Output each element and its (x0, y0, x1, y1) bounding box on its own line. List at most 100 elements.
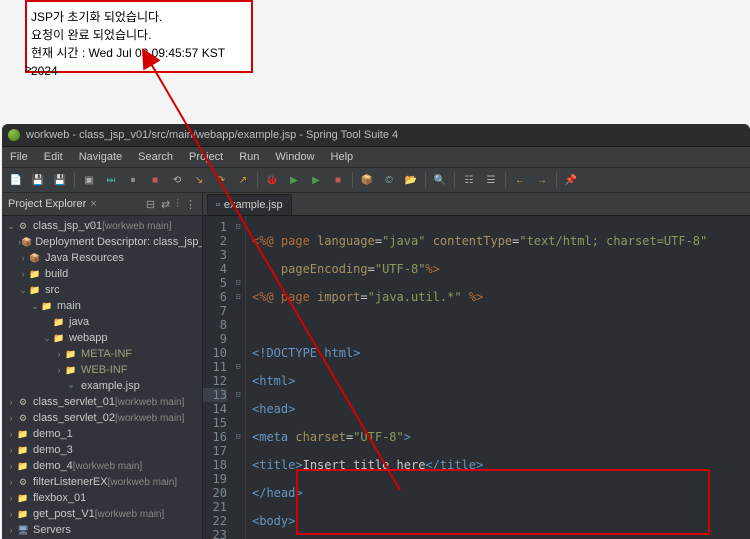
expand-icon[interactable]: › (54, 365, 64, 375)
expand-icon[interactable]: › (18, 253, 28, 263)
fold-mark[interactable] (231, 234, 245, 248)
search-icon[interactable]: 🔍 (432, 172, 448, 188)
newpkg-icon[interactable]: 📦 (359, 172, 375, 188)
code-area[interactable]: 1234567891011121314151617181920212223 ⊟⊟… (203, 216, 750, 539)
open-icon[interactable]: 📂 (403, 172, 419, 188)
stop2-icon[interactable]: ■ (330, 172, 346, 188)
fold-mark[interactable] (231, 262, 245, 276)
filter-icon[interactable]: ⫶ (176, 198, 179, 211)
menu-window[interactable]: Window (275, 151, 314, 163)
fold-mark[interactable] (231, 304, 245, 318)
runlast-icon[interactable]: ▶ (308, 172, 324, 188)
annot-icon[interactable]: ☰ (483, 172, 499, 188)
expand-icon[interactable]: › (6, 461, 16, 471)
skip-icon[interactable]: ⏭ (103, 172, 119, 188)
expand-icon[interactable]: › (54, 349, 64, 359)
fold-mark[interactable] (231, 374, 245, 388)
menu-icon[interactable]: ⋮ (185, 198, 196, 211)
fold-mark[interactable]: ⊟ (231, 290, 245, 304)
tree-node[interactable]: ›📁get_post_V1 [workweb main] (2, 506, 202, 522)
expand-icon[interactable]: ⌄ (6, 221, 16, 232)
fold-mark[interactable] (231, 486, 245, 500)
menu-run[interactable]: Run (239, 151, 259, 163)
editor-tab[interactable]: ▫ example.jsp (207, 194, 292, 215)
tree-node[interactable]: ⌄📁src (2, 282, 202, 298)
expand-icon[interactable]: › (6, 429, 16, 439)
pause-icon[interactable]: ⏸ (125, 172, 141, 188)
tree-node[interactable]: ›📁demo_3 (2, 442, 202, 458)
stepinto-icon[interactable]: ↘ (191, 172, 207, 188)
expand-icon[interactable]: › (6, 445, 16, 455)
stepover-icon[interactable]: ↷ (213, 172, 229, 188)
tree-node[interactable]: ›📁build (2, 266, 202, 282)
fold-mark[interactable] (231, 444, 245, 458)
stepreturn-icon[interactable]: ↗ (235, 172, 251, 188)
link-icon[interactable]: ⇄ (161, 198, 170, 211)
fold-mark[interactable] (231, 528, 245, 539)
menu-navigate[interactable]: Navigate (79, 151, 122, 163)
project-tree[interactable]: ⌄⚙class_jsp_v01 [workweb main]›📦Deployme… (2, 216, 202, 539)
fwd-icon[interactable]: → (534, 172, 550, 188)
menu-search[interactable]: Search (138, 151, 173, 163)
new-icon[interactable]: 📄 (8, 172, 24, 188)
tree-node[interactable]: ›📦Deployment Descriptor: class_jsp_v01 (2, 234, 202, 250)
fold-mark[interactable] (231, 346, 245, 360)
stop-icon[interactable]: ■ (147, 172, 163, 188)
menu-file[interactable]: File (10, 151, 28, 163)
expand-icon[interactable]: › (6, 477, 16, 487)
expand-icon[interactable]: › (6, 525, 16, 535)
tree-node[interactable]: ›⚙class_servlet_02 [workweb main] (2, 410, 202, 426)
pin-icon[interactable]: 📌 (563, 172, 579, 188)
collapse-icon[interactable]: ⊟ (146, 198, 155, 211)
fold-mark[interactable] (231, 402, 245, 416)
tree-node[interactable]: ›📦Java Resources (2, 250, 202, 266)
expand-icon[interactable]: ⌄ (18, 285, 28, 296)
expand-icon[interactable]: › (18, 269, 28, 279)
expand-icon[interactable]: › (6, 413, 16, 423)
fold-mark[interactable]: ⊟ (231, 276, 245, 290)
terminal-icon[interactable]: ▣ (81, 172, 97, 188)
tree-node[interactable]: 📁java (2, 314, 202, 330)
close-icon[interactable]: × (90, 198, 96, 210)
newclass-icon[interactable]: © (381, 172, 397, 188)
menu-project[interactable]: Project (189, 151, 223, 163)
tree-node[interactable]: ⌄📁main (2, 298, 202, 314)
expand-icon[interactable]: › (6, 397, 16, 407)
fold-mark[interactable] (231, 332, 245, 346)
debug-icon[interactable]: 🐞 (264, 172, 280, 188)
fold-mark[interactable] (231, 458, 245, 472)
save-icon[interactable]: 💾 (30, 172, 46, 188)
expand-icon[interactable]: ⌄ (30, 301, 40, 312)
back-icon[interactable]: ← (512, 172, 528, 188)
tree-node[interactable]: ›📁META-INF (2, 346, 202, 362)
menu-edit[interactable]: Edit (44, 151, 63, 163)
tree-node[interactable]: ›🖥Servers (2, 522, 202, 538)
tree-node[interactable]: ›⚙class_servlet_01 [workweb main] (2, 394, 202, 410)
outline-icon[interactable]: ☷ (461, 172, 477, 188)
tree-node[interactable]: ›📁demo_1 (2, 426, 202, 442)
code-content[interactable]: <%@ page language="java" contentType="te… (246, 216, 750, 539)
expand-icon[interactable]: › (6, 493, 16, 503)
tree-node[interactable]: ⌄📁webapp (2, 330, 202, 346)
saveall-icon[interactable]: 💾 (52, 172, 68, 188)
tree-node[interactable]: ▫example.jsp (2, 378, 202, 394)
tree-node[interactable]: ⌄⚙class_jsp_v01 [workweb main] (2, 218, 202, 234)
fold-mark[interactable] (231, 318, 245, 332)
fold-mark[interactable]: ⊟ (231, 430, 245, 444)
tree-node[interactable]: ›📁WEB-INF (2, 362, 202, 378)
disconnect-icon[interactable]: ⟲ (169, 172, 185, 188)
expand-icon[interactable]: › (6, 509, 16, 519)
fold-column[interactable]: ⊟⊟⊟⊟⊟⊟ (231, 216, 246, 539)
fold-mark[interactable]: ⊟ (231, 220, 245, 234)
tree-node[interactable]: ›⚙filterListenerEX [workweb main] (2, 474, 202, 490)
expand-icon[interactable]: ⌄ (42, 333, 52, 344)
fold-mark[interactable] (231, 416, 245, 430)
fold-mark[interactable]: ⊟ (231, 360, 245, 374)
fold-mark[interactable] (231, 514, 245, 528)
tree-node[interactable]: ›📁demo_4 [workweb main] (2, 458, 202, 474)
fold-mark[interactable] (231, 248, 245, 262)
fold-mark[interactable] (231, 472, 245, 486)
fold-mark[interactable] (231, 500, 245, 514)
tree-node[interactable]: ›📁flexbox_01 (2, 490, 202, 506)
run-icon[interactable]: ▶ (286, 172, 302, 188)
